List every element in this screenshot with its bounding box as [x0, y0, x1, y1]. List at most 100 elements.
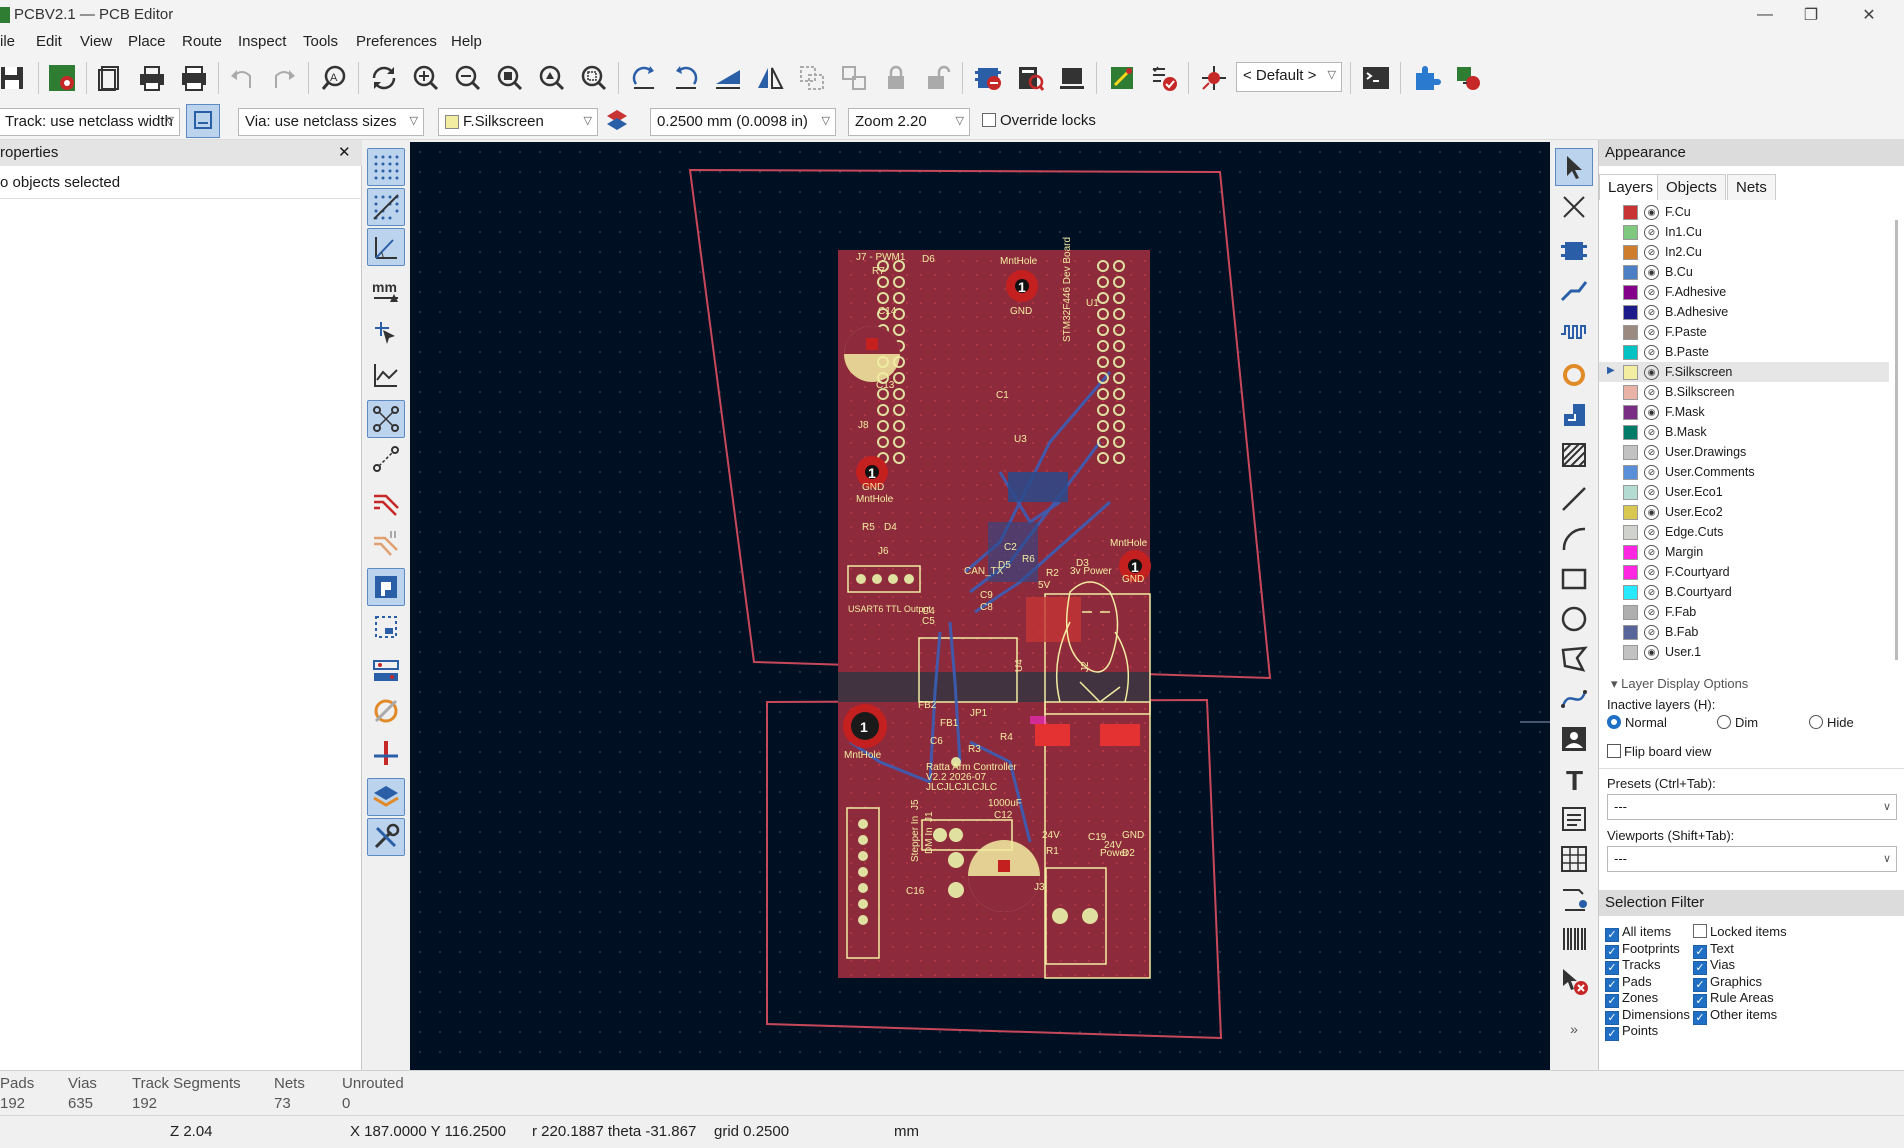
- add-zone-icon[interactable]: [1555, 396, 1593, 434]
- group-icon[interactable]: [794, 60, 830, 96]
- eye-off-icon[interactable]: ⊘: [1644, 565, 1659, 580]
- zoom-combo[interactable]: Zoom 2.20 ▽: [848, 108, 970, 136]
- layer-row[interactable]: ⊘ B.Silkscreen: [1599, 382, 1889, 402]
- close-window-button[interactable]: ✕: [1846, 0, 1892, 30]
- layer-color-swatch[interactable]: [1623, 485, 1638, 500]
- eye-off-icon[interactable]: ⊘: [1644, 485, 1659, 500]
- layer-color-swatch[interactable]: [1623, 465, 1638, 480]
- eye-off-icon[interactable]: ⊘: [1644, 245, 1659, 260]
- layer-color-swatch[interactable]: [1623, 365, 1638, 380]
- layer-color-swatch[interactable]: [1623, 345, 1638, 360]
- ratsnest-icon[interactable]: [367, 400, 405, 438]
- cursor-crosshair-icon[interactable]: [367, 314, 405, 352]
- eye-off-icon[interactable]: ⊘: [1644, 345, 1659, 360]
- close-icon[interactable]: ✕: [338, 143, 351, 161]
- layers-manager-icon[interactable]: [367, 778, 405, 816]
- layer-row[interactable]: ◉ User.1: [1599, 642, 1889, 662]
- active-layer-combo[interactable]: F.Silkscreen ▽: [438, 108, 598, 136]
- route-track-icon[interactable]: [1555, 272, 1593, 310]
- filter-checkbox[interactable]: ✓ Tracks: [1605, 957, 1661, 975]
- delete-tool-icon[interactable]: [1555, 962, 1593, 1000]
- menu-inspect[interactable]: Inspect: [238, 33, 286, 50]
- layer-row[interactable]: ⊘ User.Comments: [1599, 462, 1889, 482]
- pcb-canvas[interactable]: J7 - PWM1 R7 D6 C14 C13 J8 MntHole GND M…: [410, 142, 1550, 1070]
- grid-size-combo[interactable]: 0.2500 mm (0.0098 in) ▽: [650, 108, 836, 136]
- flip-board-checkbox[interactable]: Flip board view: [1607, 744, 1711, 759]
- eye-off-icon[interactable]: ⊘: [1644, 305, 1659, 320]
- add-image-icon[interactable]: [1555, 720, 1593, 758]
- net-color-mode-icon[interactable]: [367, 524, 405, 562]
- layer-color-swatch[interactable]: [1623, 305, 1638, 320]
- rotate-ccw-icon[interactable]: [626, 60, 662, 96]
- layer-color-swatch[interactable]: [1623, 425, 1638, 440]
- draw-line-icon[interactable]: [1555, 480, 1593, 518]
- polar-coords-icon[interactable]: [367, 228, 405, 266]
- draw-polygon-icon[interactable]: [1555, 640, 1593, 678]
- eye-off-icon[interactable]: ⊘: [1644, 525, 1659, 540]
- eye-off-icon[interactable]: ⊘: [1644, 385, 1659, 400]
- menu-route[interactable]: Route: [182, 33, 222, 50]
- layer-color-swatch[interactable]: [1623, 525, 1638, 540]
- add-footprint-icon[interactable]: [1555, 232, 1593, 270]
- layer-color-swatch[interactable]: [1623, 405, 1638, 420]
- grid-overrides-icon[interactable]: [367, 188, 405, 226]
- grid-origin-icon[interactable]: [1196, 60, 1232, 96]
- layer-color-swatch[interactable]: [1623, 585, 1638, 600]
- refresh-icon[interactable]: [366, 60, 402, 96]
- eye-off-icon[interactable]: ⊘: [1644, 445, 1659, 460]
- zone-outline-icon[interactable]: [367, 608, 405, 646]
- layer-color-swatch[interactable]: [1623, 205, 1638, 220]
- fill-zones-icon[interactable]: [367, 568, 405, 606]
- auto-track-width-icon[interactable]: [186, 104, 220, 138]
- eye-off-icon[interactable]: ⊘: [1644, 465, 1659, 480]
- ungroup-icon[interactable]: [836, 60, 872, 96]
- eye-off-icon[interactable]: ⊘: [1644, 605, 1659, 620]
- layer-color-swatch[interactable]: [1623, 245, 1638, 260]
- draw-bezier-icon[interactable]: [1555, 680, 1593, 718]
- restore-button[interactable]: ❐: [1788, 0, 1834, 30]
- layer-color-swatch[interactable]: [1623, 265, 1638, 280]
- net-highlight-icon[interactable]: [367, 484, 405, 522]
- track-width-combo[interactable]: Track: use netclass width ▽: [0, 108, 180, 136]
- zoom-selection-icon[interactable]: [576, 60, 612, 96]
- via-size-combo[interactable]: Via: use netclass sizes ▽: [238, 108, 424, 136]
- tab-layers[interactable]: Layers: [1599, 174, 1663, 200]
- layer-row[interactable]: ⊘ Edge.Cuts: [1599, 522, 1889, 542]
- select-tool-icon[interactable]: [1555, 148, 1593, 186]
- eye-off-icon[interactable]: ⊘: [1644, 625, 1659, 640]
- add-textbox-icon[interactable]: [1555, 800, 1593, 838]
- layer-color-swatch[interactable]: [1623, 565, 1638, 580]
- ratsnest-curved-icon[interactable]: [367, 440, 405, 478]
- layer-color-swatch[interactable]: [1623, 505, 1638, 520]
- page-settings-icon[interactable]: [92, 60, 128, 96]
- board-setup-icon[interactable]: [44, 60, 80, 96]
- eye-off-icon[interactable]: ⊘: [1644, 225, 1659, 240]
- viewports-combo[interactable]: --- ∨: [1607, 846, 1897, 872]
- eye-icon[interactable]: ◉: [1644, 205, 1659, 220]
- layer-display-options-toggle[interactable]: ▾ Layer Display Options: [1611, 676, 1748, 692]
- layer-row[interactable]: ⊘ In2.Cu: [1599, 242, 1889, 262]
- draw-circle-icon[interactable]: [1555, 600, 1593, 638]
- rule-area-icon[interactable]: [1555, 436, 1593, 474]
- filter-checkbox[interactable]: ✓ Graphics: [1693, 974, 1762, 992]
- layer-color-swatch[interactable]: [1623, 325, 1638, 340]
- zoom-objects-icon[interactable]: [534, 60, 570, 96]
- tab-objects[interactable]: Objects: [1657, 174, 1726, 200]
- override-locks-checkbox[interactable]: Override locks: [982, 112, 1096, 129]
- layer-color-swatch[interactable]: [1623, 645, 1638, 660]
- layer-row[interactable]: ◉ F.Mask: [1599, 402, 1889, 422]
- layer-row[interactable]: ⊘ B.Mask: [1599, 422, 1889, 442]
- draw-arc-icon[interactable]: [1555, 520, 1593, 558]
- footprint-editor-icon[interactable]: [970, 60, 1006, 96]
- tab-nets[interactable]: Nets: [1727, 174, 1776, 200]
- mirror-icon[interactable]: [752, 60, 788, 96]
- filter-checkbox[interactable]: Locked items: [1693, 924, 1787, 939]
- redo-icon[interactable]: [266, 60, 302, 96]
- expand-toolbar-icon[interactable]: »: [1555, 1010, 1593, 1048]
- filter-checkbox[interactable]: ✓ Dimensions: [1605, 1007, 1690, 1025]
- draw-rectangle-icon[interactable]: [1555, 560, 1593, 598]
- filter-checkbox[interactable]: ✓ Text: [1693, 941, 1734, 959]
- layer-color-swatch[interactable]: [1623, 625, 1638, 640]
- filter-checkbox[interactable]: ✓ Footprints: [1605, 941, 1680, 959]
- flip-icon[interactable]: [710, 60, 746, 96]
